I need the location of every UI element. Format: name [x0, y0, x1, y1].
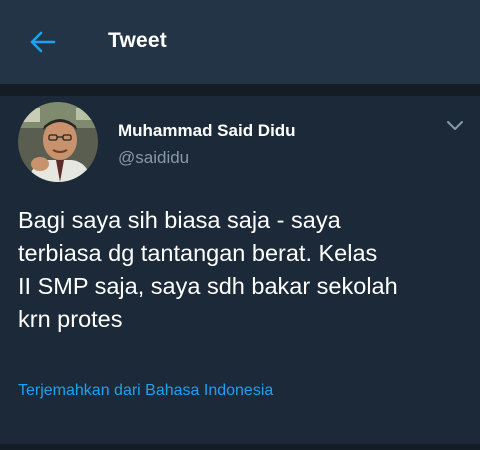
- back-arrow-icon: [30, 31, 56, 53]
- avatar[interactable]: [18, 102, 98, 182]
- tweet-card: Muhammad Said Didu @saididu Bagi saya si…: [0, 96, 480, 450]
- tweet-detail-screen: Tweet Muhammad Said Didu @saididu Bagi s…: [0, 0, 480, 450]
- section-divider: [0, 84, 480, 96]
- author-name[interactable]: Muhammad Said Didu: [118, 121, 296, 141]
- back-button[interactable]: [22, 26, 62, 58]
- bottom-divider: [0, 444, 480, 450]
- page-title: Tweet: [108, 29, 167, 52]
- user-avatar-photo: [18, 102, 98, 182]
- chevron-down-icon: [447, 121, 463, 130]
- translate-link[interactable]: Terjemahkan dari Bahasa Indonesia: [18, 382, 273, 400]
- tweet-menu-button[interactable]: [440, 114, 470, 136]
- top-bar: Tweet: [0, 0, 480, 84]
- author-handle[interactable]: @saididu: [118, 148, 189, 168]
- tweet-text: Bagi saya sih biasa saja - saya terbiasa…: [18, 207, 398, 332]
